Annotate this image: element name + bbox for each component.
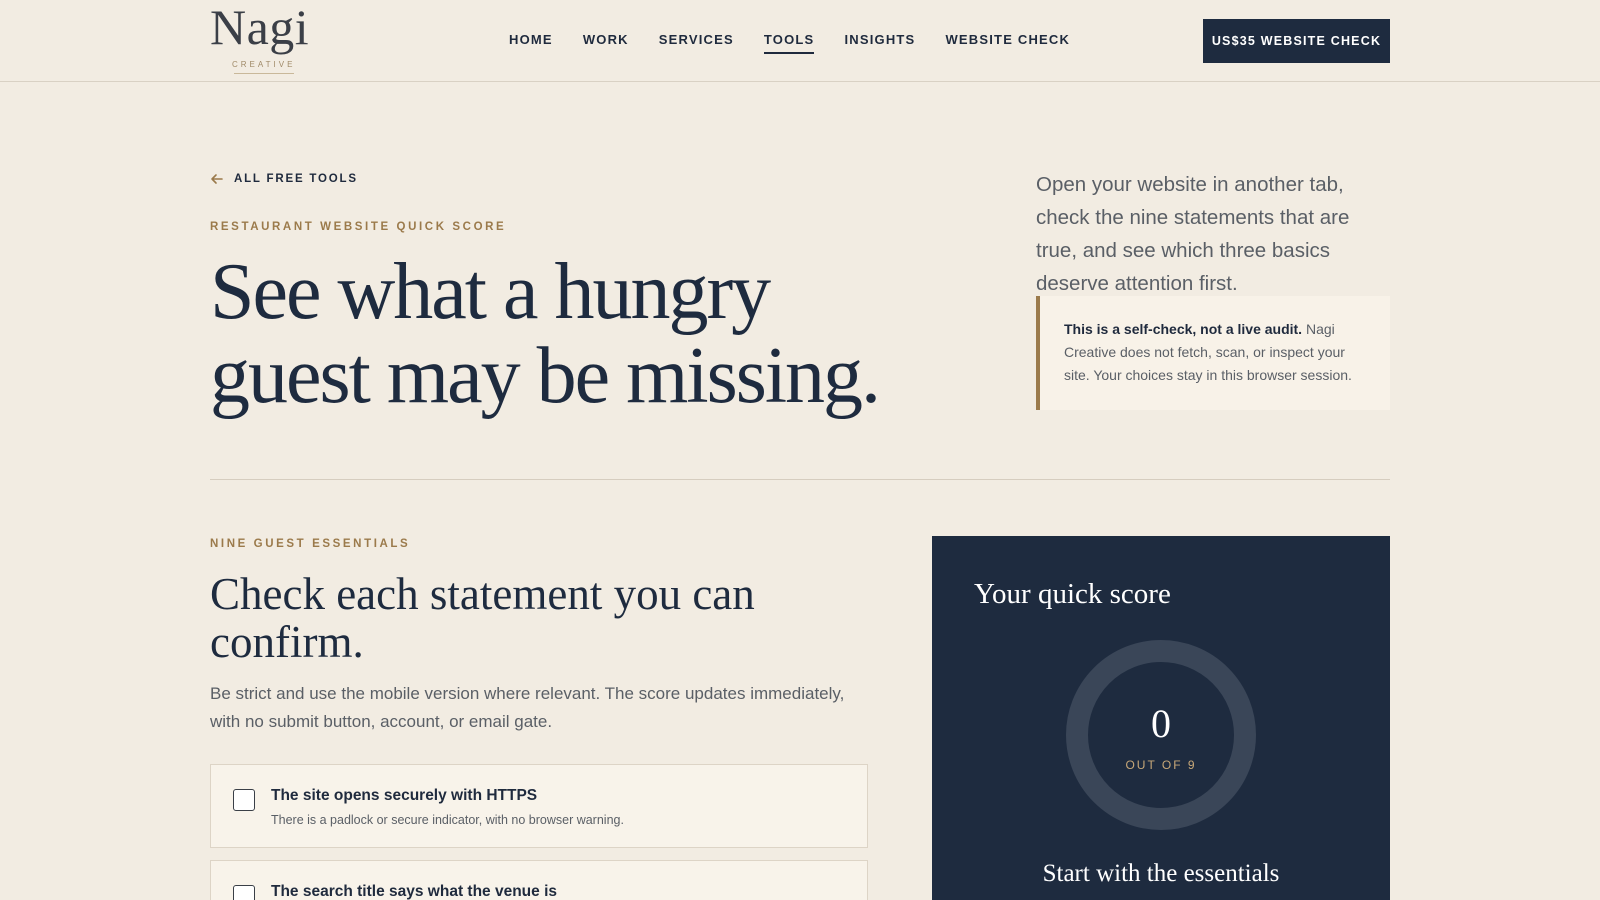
item-title: The search title says what the venue is [271, 883, 558, 900]
checklist-item-https[interactable]: The site opens securely with HTTPS There… [210, 764, 868, 848]
back-link-label: ALL FREE TOOLS [234, 173, 358, 185]
self-check-note: This is a self-check, not a live audit. … [1036, 296, 1390, 410]
website-check-cta-button[interactable]: US$35 WEBSITE CHECK [1203, 19, 1390, 63]
item-title: The site opens securely with HTTPS [271, 787, 538, 804]
item-subtitle: There is a padlock or secure indicator, … [271, 813, 624, 827]
page-title: See what a hungry guest may be missing. [210, 248, 881, 420]
nav-item-tools[interactable]: TOOLS [763, 32, 815, 54]
nav-item-home[interactable]: HOME [509, 32, 553, 52]
hero-eyebrow: RESTAURANT WEBSITE QUICK SCORE [210, 221, 507, 233]
note-bold-text: This is a self-check, not a live audit. [1064, 321, 1303, 337]
main-nav: HOME WORK SERVICES TOOLS INSIGHTS WEBSIT… [509, 32, 1070, 54]
nav-item-insights[interactable]: INSIGHTS [844, 32, 915, 52]
nav-item-work[interactable]: WORK [583, 32, 629, 52]
checklist-description: Be strict and use the mobile version whe… [210, 684, 845, 731]
hero-intro: Open your website in another tab, check … [1036, 173, 1350, 295]
score-subtitle: Start with the essentials [1042, 860, 1280, 887]
logo-divider [234, 73, 294, 74]
all-free-tools-link[interactable]: ALL FREE TOOLS [210, 172, 358, 186]
nav-item-services[interactable]: SERVICES [659, 32, 734, 52]
brand-logo[interactable]: Nagi CREATIVE [210, 2, 330, 76]
checklist-item-search-title[interactable]: The search title says what the venue is [210, 860, 868, 900]
brand-name: Nagi [210, 0, 310, 55]
checkbox[interactable] [233, 885, 255, 900]
score-ring: 0 OUT OF 9 [1066, 640, 1256, 830]
brand-tagline: CREATIVE [232, 60, 296, 69]
nav-item-website-check[interactable]: WEBSITE CHECK [945, 32, 1070, 52]
score-title: Your quick score [974, 578, 1171, 610]
section-divider [210, 479, 1390, 480]
checkbox[interactable] [233, 789, 255, 811]
site-header: Nagi CREATIVE HOME WORK SERVICES TOOLS I… [0, 0, 1600, 82]
checklist-eyebrow: NINE GUEST ESSENTIALS [210, 538, 411, 550]
checklist-title: Check each statement you can confirm. [210, 569, 755, 667]
arrow-left-icon [211, 174, 223, 184]
quick-score-panel: Your quick score 0 OUT OF 9 Start with t… [932, 536, 1390, 900]
score-value: 0 [1151, 701, 1171, 746]
score-out-of: OUT OF 9 [1125, 758, 1197, 772]
